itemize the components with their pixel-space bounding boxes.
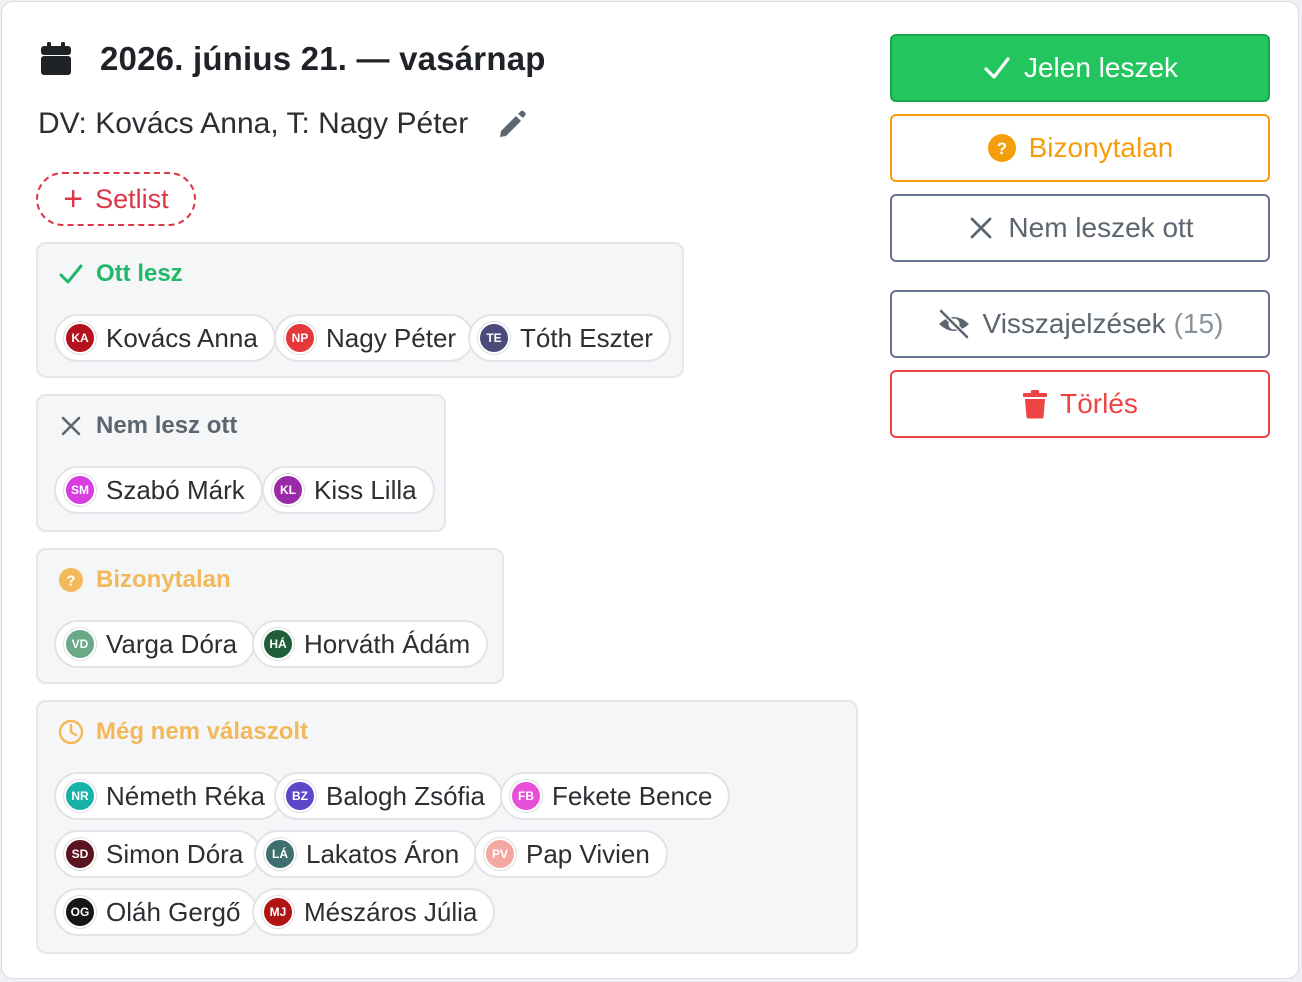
check-icon: [58, 261, 84, 287]
event-leaders: DV: Kovács Anna, T: Nagy Péter: [38, 107, 469, 140]
member-chip: BZ Balogh Zsófia: [274, 772, 503, 820]
event-date: 2026. június 21. — vasárnap: [100, 40, 546, 77]
avatar: SD: [64, 838, 96, 870]
not-going-button[interactable]: Nem leszek ott: [890, 194, 1270, 262]
group-going-title-row: Ott lesz: [58, 260, 183, 288]
svg-text:?: ?: [66, 573, 75, 590]
unsure-label: Bizonytalan: [1028, 132, 1174, 163]
feedback-button[interactable]: Visszajelzések (15): [890, 290, 1270, 358]
member-chip: MJ Mészáros Júlia: [252, 888, 496, 936]
going-label: Jelen leszek: [1023, 52, 1179, 83]
member-name: Horváth Ádám: [304, 628, 471, 659]
avatar: MJ: [262, 896, 294, 928]
group-unsure-title: Bizonytalan: [96, 566, 231, 593]
add-setlist-button[interactable]: + Setlist: [36, 172, 196, 226]
member-chip: VD Varga Dóra: [54, 620, 256, 668]
event-card: 2026. június 21. — vasárnap DV: Kovács A…: [1, 1, 1299, 979]
delete-label: Törlés: [1060, 388, 1138, 419]
not-going-label: Nem leszek ott: [1008, 212, 1194, 243]
trash-icon: [1022, 389, 1048, 419]
pencil-icon[interactable]: [496, 108, 528, 140]
close-icon: [58, 413, 84, 439]
group-going-title: Ott lesz: [96, 260, 183, 287]
member-chip: FB Fekete Bence: [500, 772, 731, 820]
member-name: Kiss Lilla: [314, 474, 417, 505]
member-name: Pap Vivien: [526, 838, 650, 869]
group-not-going-title-row: Nem lesz ott: [58, 412, 237, 440]
feedback-count: (15): [1173, 308, 1224, 339]
clock-icon: [58, 719, 84, 745]
avatar: SM: [64, 474, 96, 506]
plus-icon: +: [63, 180, 84, 218]
group-no-response: Még nem válaszolt NR Németh Réka BZ Balo…: [36, 700, 858, 954]
member-chip: PV Pap Vivien: [474, 830, 668, 878]
avatar: NR: [64, 780, 96, 812]
member-name: Kovács Anna: [106, 322, 258, 353]
delete-button[interactable]: Törlés: [890, 370, 1270, 438]
avatar: KL: [272, 474, 304, 506]
close-icon: [966, 213, 996, 243]
avatar: LÁ: [264, 838, 296, 870]
check-icon: [982, 53, 1012, 83]
event-date-row: 2026. június 21. — vasárnap: [40, 38, 546, 80]
member-chip: NP Nagy Péter: [274, 314, 475, 362]
calendar-icon: [40, 41, 72, 77]
member-chip: NR Németh Réka: [54, 772, 283, 820]
member-name: Szabó Márk: [106, 474, 245, 505]
member-chip: KA Kovács Anna: [54, 314, 276, 362]
member-name: Tóth Eszter: [520, 322, 653, 353]
group-unsure: ? Bizonytalan VD Varga Dóra HÁ Horváth Á…: [36, 548, 504, 684]
member-name: Mészáros Júlia: [304, 896, 478, 927]
leaders-row: DV: Kovács Anna, T: Nagy Péter: [38, 102, 528, 146]
member-name: Lakatos Áron: [306, 838, 460, 869]
question-circle-icon: ?: [58, 567, 84, 593]
avatar: KA: [64, 322, 96, 354]
avatar: BZ: [284, 780, 316, 812]
member-chip: OG Oláh Gergő: [54, 888, 259, 936]
avatar: NP: [284, 322, 316, 354]
member-chip: SM Szabó Márk: [54, 466, 263, 514]
member-name: Oláh Gergő: [106, 896, 241, 927]
group-not-going-title: Nem lesz ott: [96, 412, 238, 439]
going-button[interactable]: Jelen leszek: [890, 34, 1270, 102]
member-name: Balogh Zsófia: [326, 780, 485, 811]
member-chip: SD Simon Dóra: [54, 830, 262, 878]
group-going: Ott lesz KA Kovács Anna NP Nagy Péter TE…: [36, 242, 684, 378]
member-chip: LÁ Lakatos Áron: [254, 830, 478, 878]
unsure-button[interactable]: ? Bizonytalan: [890, 114, 1270, 182]
member-name: Nagy Péter: [326, 322, 457, 353]
group-not-going: Nem lesz ott SM Szabó Márk KL Kiss Lilla: [36, 394, 446, 532]
member-chip: HÁ Horváth Ádám: [252, 620, 489, 668]
member-chip: TE Tóth Eszter: [468, 314, 671, 362]
question-circle-icon: ?: [987, 133, 1017, 163]
group-no-response-title: Még nem válaszolt: [96, 718, 309, 745]
group-no-response-title-row: Még nem válaszolt: [58, 718, 308, 746]
member-name: Németh Réka: [106, 780, 265, 811]
eye-slash-icon: [937, 308, 971, 340]
svg-text:?: ?: [996, 139, 1006, 158]
feedback-label: Visszajelzések: [982, 308, 1166, 339]
group-unsure-title-row: ? Bizonytalan: [58, 566, 231, 594]
avatar: FB: [510, 780, 542, 812]
avatar: VD: [64, 628, 96, 660]
member-name: Fekete Bence: [552, 780, 713, 811]
setlist-label: Setlist: [95, 183, 169, 214]
avatar: PV: [484, 838, 516, 870]
avatar: HÁ: [262, 628, 294, 660]
member-name: Varga Dóra: [106, 628, 238, 659]
avatar: TE: [478, 322, 510, 354]
member-name: Simon Dóra: [106, 838, 244, 869]
avatar: OG: [64, 896, 96, 928]
member-chip: KL Kiss Lilla: [262, 466, 435, 514]
